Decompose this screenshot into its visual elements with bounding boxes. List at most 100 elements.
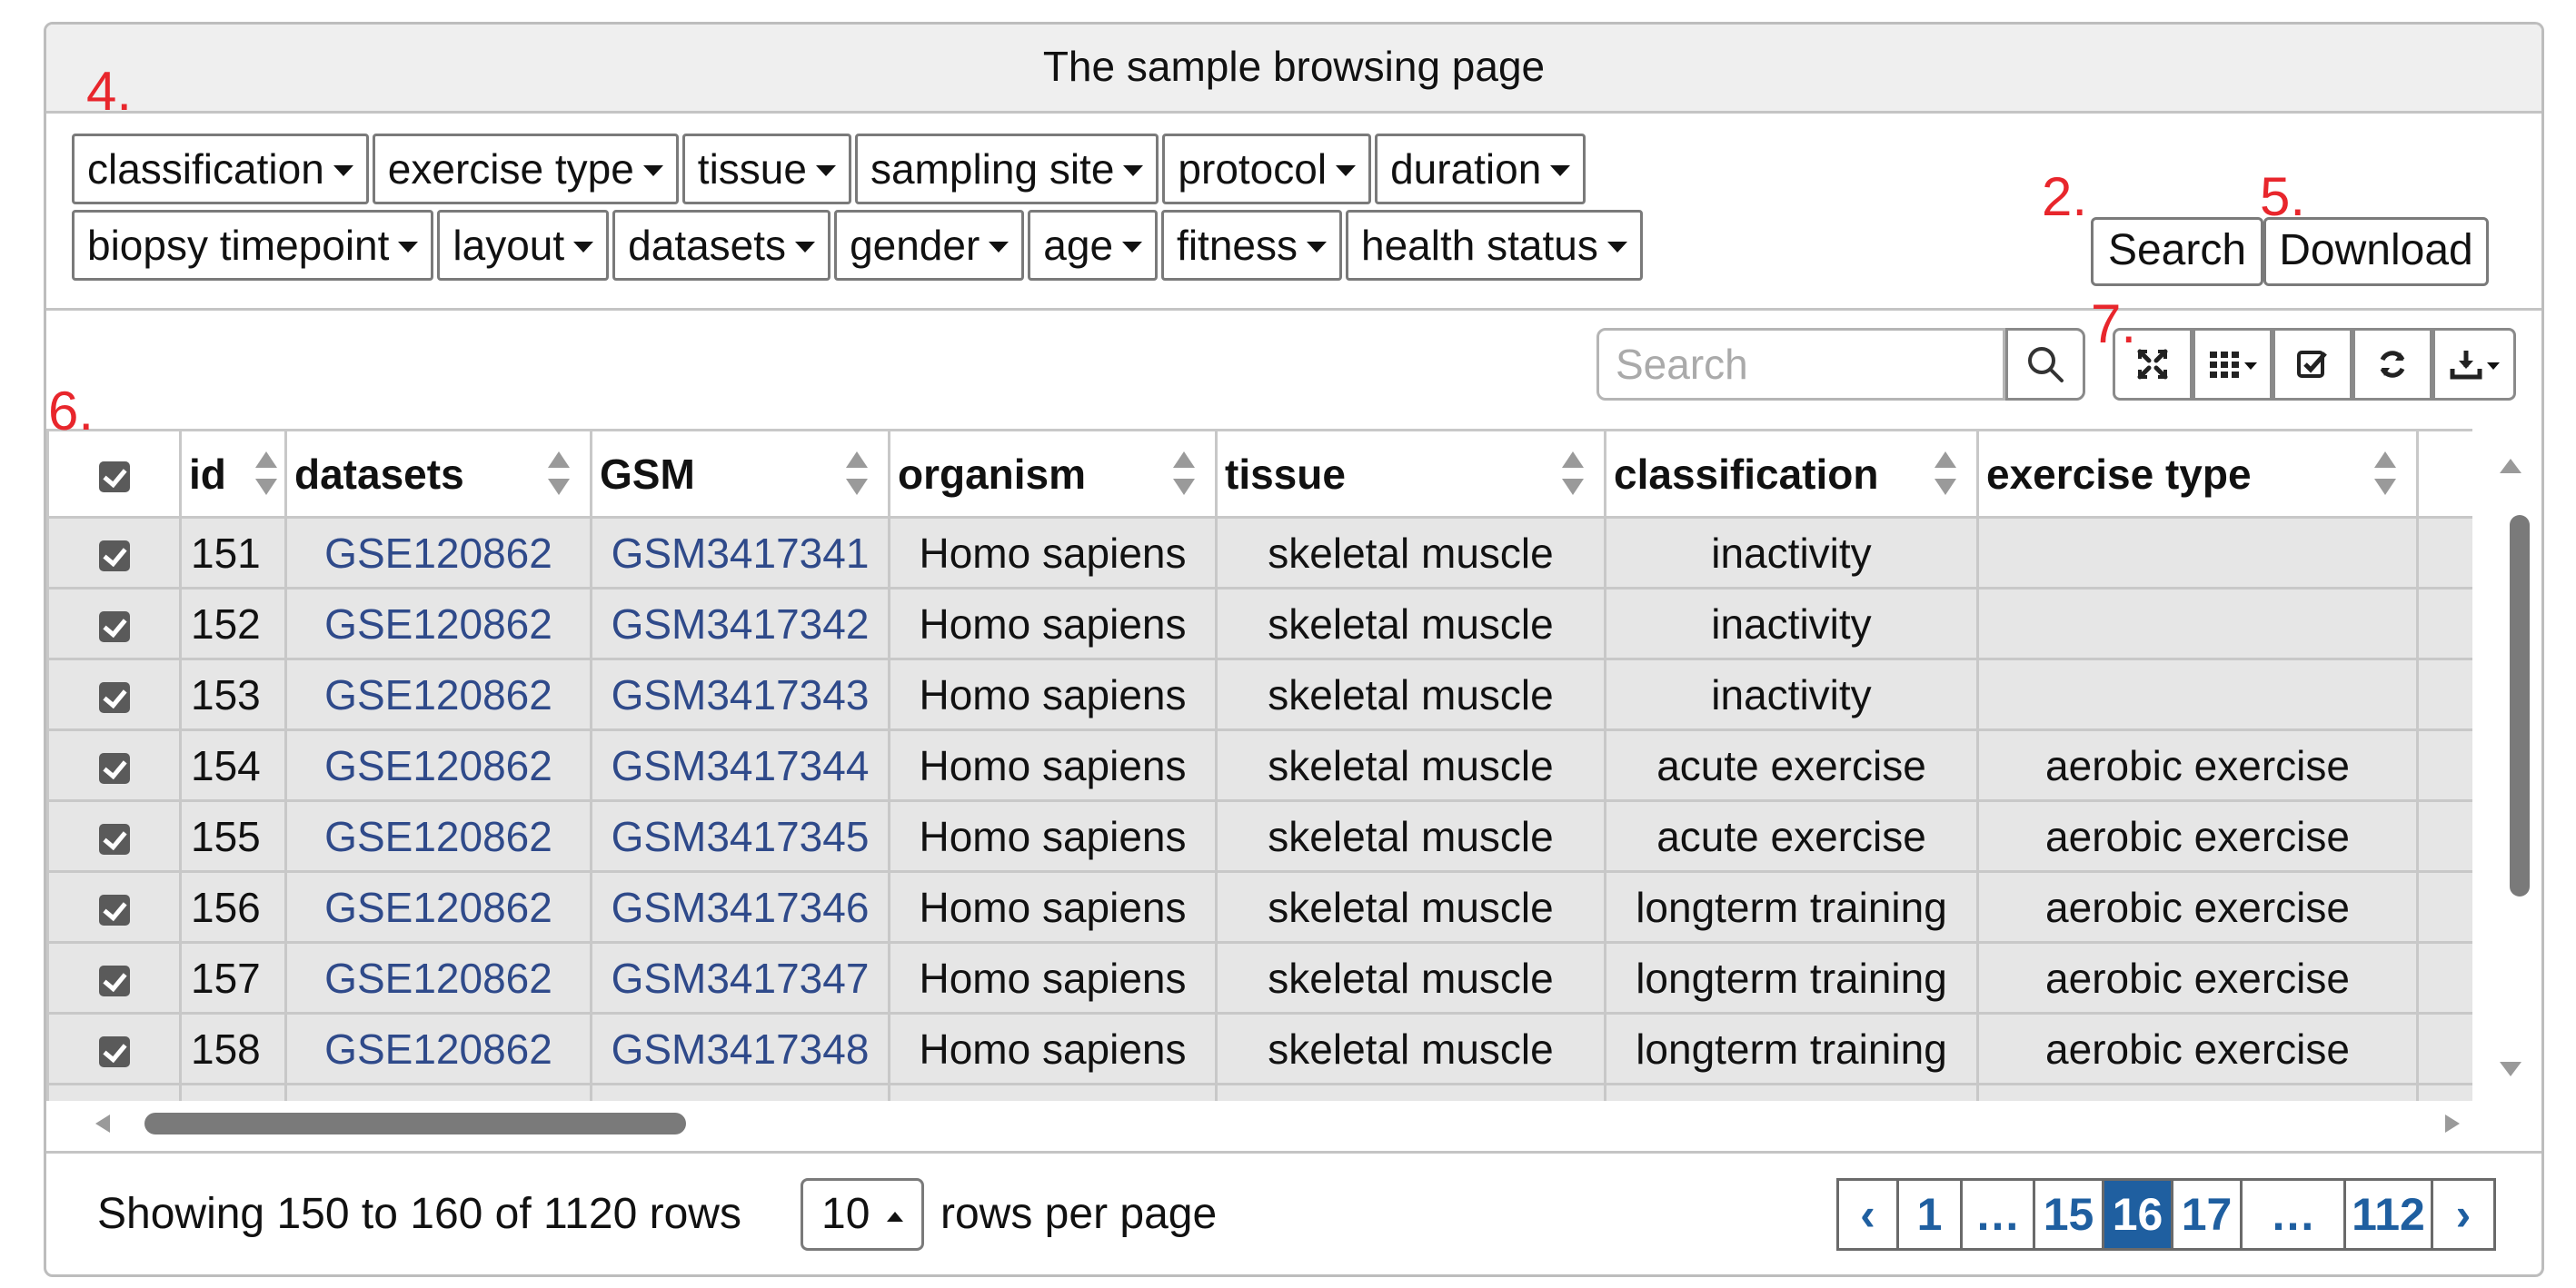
toggle-view-button[interactable] [2273, 328, 2352, 401]
cell-tissue: skeletal muscle [1215, 870, 1606, 944]
filter-datasets[interactable]: datasets [612, 210, 831, 281]
cell-id: 152 [179, 587, 287, 660]
cell-exercise-type: aerobic exercise [1976, 941, 2419, 1015]
dataset-link[interactable]: GSE120862 [324, 884, 552, 931]
row-checkbox-cell[interactable] [46, 658, 182, 731]
caret-down-icon [795, 242, 816, 253]
column-header-classification[interactable]: classification [1604, 429, 1979, 519]
row-checkbox-cell[interactable] [46, 516, 182, 590]
table-search-input[interactable]: Search [1596, 328, 2005, 401]
cell-tissue: skeletal muscle [1215, 587, 1606, 660]
cell-tissue: skeletal muscle [1215, 516, 1606, 590]
page-prev-button[interactable]: ‹ [1839, 1181, 1899, 1248]
page-button-1[interactable]: 1 [1899, 1181, 1963, 1248]
filter-layout[interactable]: layout [437, 210, 610, 281]
select-all-checkbox-cell[interactable] [46, 429, 182, 519]
vertical-scroll-thumb[interactable] [2510, 515, 2530, 897]
cell-exercise-type: aerobic exercise [1976, 728, 2419, 802]
gsm-link[interactable]: GSM3417343 [612, 671, 870, 718]
filter-exercise-type[interactable]: exercise type [372, 134, 679, 204]
toggle-icon [2297, 351, 2327, 378]
table-row: 155 GSE120862 GSM3417345 Homo sapiens sk… [46, 799, 2472, 873]
cell-gsm: GSM3417346 [590, 870, 890, 944]
gsm-link[interactable]: GSM3417347 [612, 955, 870, 1002]
cell-exercise-type: aerobic exercise [1976, 870, 2419, 944]
gsm-link[interactable]: GSM3417345 [612, 813, 870, 860]
cell-classification: acute exercise [1604, 728, 1979, 802]
filter-tissue[interactable]: tissue [681, 134, 851, 204]
checkbox-checked-icon[interactable] [98, 682, 130, 714]
checkbox-checked-icon[interactable] [98, 966, 130, 997]
cell-overflow [2416, 587, 2472, 660]
row-checkbox-cell[interactable] [46, 941, 182, 1015]
filter-gender[interactable]: gender [834, 210, 1025, 281]
column-header-gsm[interactable]: GSM [590, 429, 890, 519]
row-checkbox-cell[interactable] [46, 587, 182, 660]
cell-exercise-type: aerobic exercise [1976, 1012, 2419, 1085]
row-checkbox-cell[interactable] [46, 728, 182, 802]
filter-protocol[interactable]: protocol [1162, 134, 1372, 204]
cell-id: 158 [179, 1012, 287, 1085]
row-checkbox-cell[interactable] [46, 1012, 182, 1085]
filter-fitness[interactable]: fitness [1161, 210, 1342, 281]
columns-button[interactable] [2193, 328, 2273, 401]
cell-classification: acute exercise [1604, 799, 1979, 873]
filter-duration[interactable]: duration [1375, 134, 1586, 204]
page-button-17[interactable]: 17 [2173, 1181, 2243, 1248]
rows-per-page-label: rows per page [940, 1190, 1218, 1238]
sort-icon [548, 451, 570, 499]
filter-age[interactable]: age [1028, 210, 1159, 281]
dataset-link[interactable]: GSE120862 [324, 742, 552, 789]
export-button[interactable] [2432, 328, 2516, 401]
gsm-link[interactable]: GSM3417344 [612, 742, 870, 789]
gsm-link[interactable]: GSM3417348 [612, 1025, 870, 1073]
checkbox-checked-icon[interactable] [98, 461, 130, 493]
dataset-link[interactable]: GSE120862 [324, 671, 552, 718]
column-header-datasets[interactable]: datasets [284, 429, 592, 519]
refresh-button[interactable] [2352, 328, 2432, 401]
gsm-link[interactable]: GSM3417341 [612, 530, 870, 577]
checkbox-checked-icon[interactable] [98, 753, 130, 785]
dataset-link[interactable]: GSE120862 [324, 955, 552, 1002]
page-button-112[interactable]: 112 [2346, 1181, 2433, 1248]
filter-sampling-site[interactable]: sampling site [854, 134, 1159, 204]
horizontal-scroll-thumb[interactable] [144, 1113, 686, 1134]
filter-classification[interactable]: classification [72, 134, 369, 204]
checkbox-checked-icon[interactable] [98, 824, 130, 856]
caret-down-icon [815, 165, 836, 176]
cell-classification: longterm training [1604, 941, 1979, 1015]
dataset-link[interactable]: GSE120862 [324, 1025, 552, 1073]
cell-datasets: GSE120862 [284, 587, 592, 660]
rows-per-page-select[interactable]: 10 [801, 1178, 924, 1251]
dataset-link[interactable]: GSE120862 [324, 813, 552, 860]
export-icon [2450, 351, 2482, 380]
cell-datasets: GSE120862 [284, 870, 592, 944]
filter-health-status[interactable]: health status [1346, 210, 1643, 281]
row-checkbox-cell[interactable] [46, 799, 182, 873]
checkbox-checked-icon[interactable] [98, 895, 130, 926]
gsm-link[interactable]: GSM3417346 [612, 884, 870, 931]
table-search-button[interactable] [2005, 328, 2085, 401]
dataset-link[interactable]: GSE120862 [324, 530, 552, 577]
dataset-link[interactable]: GSE120862 [324, 600, 552, 648]
search-button[interactable]: Search [2091, 217, 2263, 286]
checkbox-checked-icon[interactable] [98, 1036, 130, 1068]
caret-down-icon [1550, 165, 1571, 176]
table-row: 158 GSE120862 GSM3417348 Homo sapiens sk… [46, 1012, 2472, 1085]
column-header-exercise-type[interactable]: exercise type [1976, 429, 2419, 519]
filter-biopsy-timepoint[interactable]: biopsy timepoint [72, 210, 434, 281]
table-row: 152 GSE120862 GSM3417342 Homo sapiens sk… [46, 587, 2472, 660]
checkbox-checked-icon[interactable] [98, 611, 130, 643]
row-checkbox-cell[interactable] [46, 870, 182, 944]
column-header-id[interactable]: id [179, 429, 287, 519]
download-button[interactable]: Download [2263, 217, 2489, 286]
gsm-link[interactable]: GSM3417342 [612, 600, 870, 648]
table-row: 151 GSE120862 GSM3417341 Homo sapiens sk… [46, 516, 2472, 590]
column-header-tissue[interactable]: tissue [1215, 429, 1606, 519]
page-button-16-active[interactable]: 16 [2104, 1181, 2173, 1248]
filter-bar: classification exercise type tissue samp… [72, 134, 1853, 286]
column-header-organism[interactable]: organism [888, 429, 1218, 519]
checkbox-checked-icon[interactable] [98, 540, 130, 572]
page-button-15[interactable]: 15 [2035, 1181, 2104, 1248]
page-next-button[interactable]: › [2433, 1181, 2493, 1248]
